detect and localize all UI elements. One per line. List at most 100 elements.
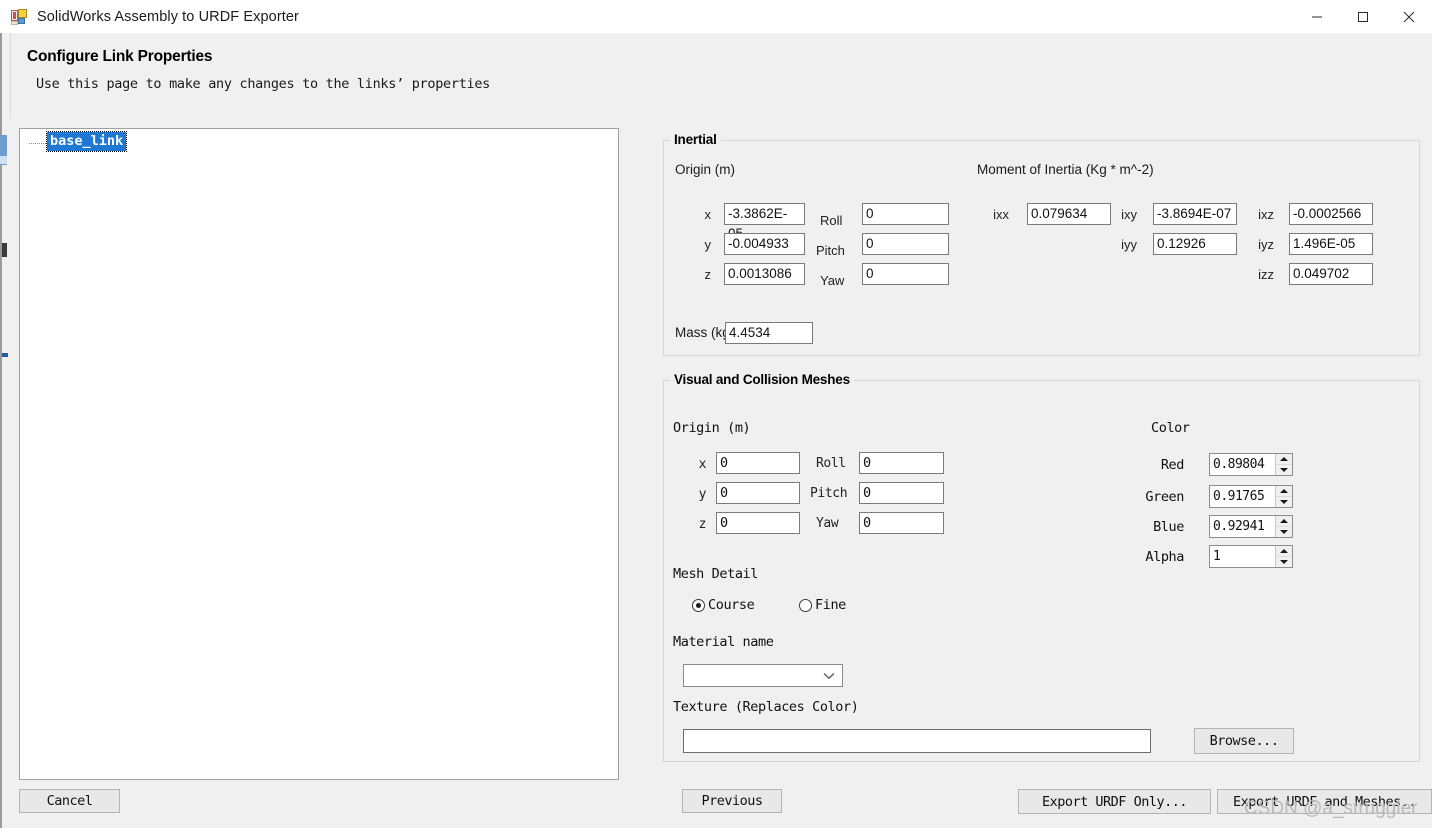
color-red-arrows[interactable]: [1275, 454, 1292, 475]
previous-button[interactable]: Previous: [682, 789, 782, 813]
wizard-header: Configure Link Properties Use this page …: [10, 33, 1432, 118]
color-red-value[interactable]: 0.89804: [1210, 454, 1275, 475]
moi-ixy-input[interactable]: -3.8694E-07: [1153, 203, 1237, 225]
inertial-roll-label: Roll: [820, 213, 843, 228]
inertial-yaw-label: Yaw: [820, 273, 845, 288]
mesh-yaw-label: Yaw: [816, 516, 839, 531]
inertial-origin-z-label: z: [704, 267, 712, 282]
mesh-roll-input[interactable]: 0: [859, 452, 944, 474]
maximize-icon[interactable]: [1340, 0, 1386, 33]
app-form-icon: [11, 8, 27, 25]
moi-iyz-label: iyz: [1258, 237, 1274, 252]
spinner-up-icon[interactable]: [1276, 516, 1292, 527]
material-name-label: Material name: [673, 634, 774, 650]
mesh-origin-y-input[interactable]: 0: [716, 482, 800, 504]
export-urdf-only-button[interactable]: Export URDF Only...: [1018, 789, 1211, 814]
artifact-blue-line: [2, 353, 8, 357]
mesh-origin-y-label: y: [698, 487, 707, 502]
tree-connector-line: [29, 143, 46, 144]
moi-iyz-input[interactable]: 1.496E-05: [1289, 233, 1373, 255]
radio-selected-icon[interactable]: [692, 598, 705, 612]
color-label: Color: [1151, 420, 1190, 436]
radio-course-label: Course: [708, 597, 755, 613]
inertial-yaw-input[interactable]: 0: [862, 263, 949, 285]
mesh-origin-x-input[interactable]: 0: [716, 452, 800, 474]
material-name-combobox[interactable]: [683, 664, 843, 687]
chevron-down-icon[interactable]: [823, 667, 835, 685]
color-blue-arrows[interactable]: [1275, 516, 1292, 537]
moi-iyy-input[interactable]: 0.12926: [1153, 233, 1237, 255]
mesh-pitch-input[interactable]: 0: [859, 482, 944, 504]
color-green-value[interactable]: 0.91765: [1210, 486, 1275, 507]
meshes-group-title: Visual and Collision Meshes: [670, 372, 854, 387]
inertial-roll-input[interactable]: 0: [862, 203, 949, 225]
mesh-detail-label: Mesh Detail: [673, 566, 759, 582]
inertial-pitch-input[interactable]: 0: [862, 233, 949, 255]
moi-izz-input[interactable]: 0.049702: [1289, 263, 1373, 285]
color-alpha-arrows[interactable]: [1275, 546, 1292, 567]
mesh-origin-x-label: x: [698, 457, 707, 472]
radio-fine-label: Fine: [815, 597, 846, 613]
background-window-artifacts: [0, 28, 10, 828]
color-red-spinner[interactable]: 0.89804: [1209, 453, 1293, 476]
page-subtitle: Use this page to make any changes to the…: [36, 76, 491, 92]
artifact-blue-block-light: [0, 156, 7, 164]
spinner-up-icon[interactable]: [1276, 486, 1292, 497]
inertial-origin-y-input[interactable]: -0.004933: [724, 233, 805, 255]
moi-ixz-label: ixz: [1258, 207, 1274, 222]
color-green-spinner[interactable]: 0.91765: [1209, 485, 1293, 508]
color-blue-label: Blue: [1153, 519, 1184, 535]
moi-ixz-input[interactable]: -0.0002566: [1289, 203, 1373, 225]
mesh-pitch-label: Pitch: [810, 486, 848, 501]
inertial-origin-x-label: x: [704, 207, 712, 222]
tree-item-base-link[interactable]: base_link: [29, 131, 128, 152]
spinner-down-icon[interactable]: [1276, 497, 1292, 507]
color-blue-spinner[interactable]: 0.92941: [1209, 515, 1293, 538]
moi-ixy-label: ixy: [1121, 207, 1137, 222]
color-alpha-label: Alpha: [1145, 549, 1184, 565]
color-alpha-spinner[interactable]: 1: [1209, 545, 1293, 568]
moi-ixx-input[interactable]: 0.079634: [1027, 203, 1111, 225]
close-icon[interactable]: [1386, 0, 1432, 33]
texture-path-input[interactable]: [683, 729, 1151, 753]
inertial-origin-y-label: y: [704, 237, 712, 252]
inertial-origin-label: Origin (m): [675, 162, 735, 177]
link-tree-panel[interactable]: base_link: [19, 128, 619, 780]
color-blue-value[interactable]: 0.92941: [1210, 516, 1275, 537]
color-red-label: Red: [1160, 457, 1185, 473]
texture-label: Texture (Replaces Color): [673, 699, 859, 715]
color-green-label: Green: [1145, 489, 1184, 505]
mass-input[interactable]: 4.4534: [725, 322, 813, 344]
radio-unselected-icon[interactable]: [799, 598, 812, 612]
radio-mesh-detail-course[interactable]: Course: [692, 597, 755, 613]
spinner-up-icon[interactable]: [1276, 546, 1292, 557]
artifact-dark-block: [2, 243, 7, 257]
mesh-origin-z-input[interactable]: 0: [716, 512, 800, 534]
mesh-origin-z-label: z: [698, 517, 707, 532]
mesh-origin-label: Origin (m): [673, 420, 751, 436]
mesh-roll-label: Roll: [816, 456, 846, 471]
color-green-arrows[interactable]: [1275, 486, 1292, 507]
title-bar: SolidWorks Assembly to URDF Exporter: [0, 0, 1432, 33]
color-alpha-value[interactable]: 1: [1210, 546, 1275, 567]
mesh-yaw-input[interactable]: 0: [859, 512, 944, 534]
browse-button[interactable]: Browse...: [1194, 728, 1294, 754]
inertial-origin-x-input[interactable]: -3.3862E-05: [724, 203, 805, 241]
export-urdf-and-meshes-button[interactable]: Export URDF and Meshes..: [1217, 789, 1432, 814]
inertial-group: Inertial Origin (m) Moment of Inertia (K…: [663, 132, 1420, 356]
moi-ixx-label: ixx: [993, 207, 1009, 222]
tree-item-label[interactable]: base_link: [45, 131, 128, 152]
spinner-up-icon[interactable]: [1276, 454, 1292, 465]
inertial-origin-z-input[interactable]: 0.0013086: [724, 263, 805, 285]
window-controls: [1294, 0, 1432, 33]
minimize-icon[interactable]: [1294, 0, 1340, 33]
moment-of-inertia-label: Moment of Inertia (Kg * m^-2): [977, 162, 1154, 177]
radio-mesh-detail-fine[interactable]: Fine: [799, 597, 846, 613]
cancel-button[interactable]: Cancel: [19, 789, 120, 813]
visual-collision-meshes-group: Visual and Collision Meshes Origin (m) x…: [663, 372, 1420, 762]
spinner-down-icon[interactable]: [1276, 527, 1292, 537]
spinner-down-icon[interactable]: [1276, 465, 1292, 475]
window-title: SolidWorks Assembly to URDF Exporter: [37, 8, 299, 25]
spinner-down-icon[interactable]: [1276, 557, 1292, 567]
inertial-pitch-label: Pitch: [816, 243, 845, 258]
